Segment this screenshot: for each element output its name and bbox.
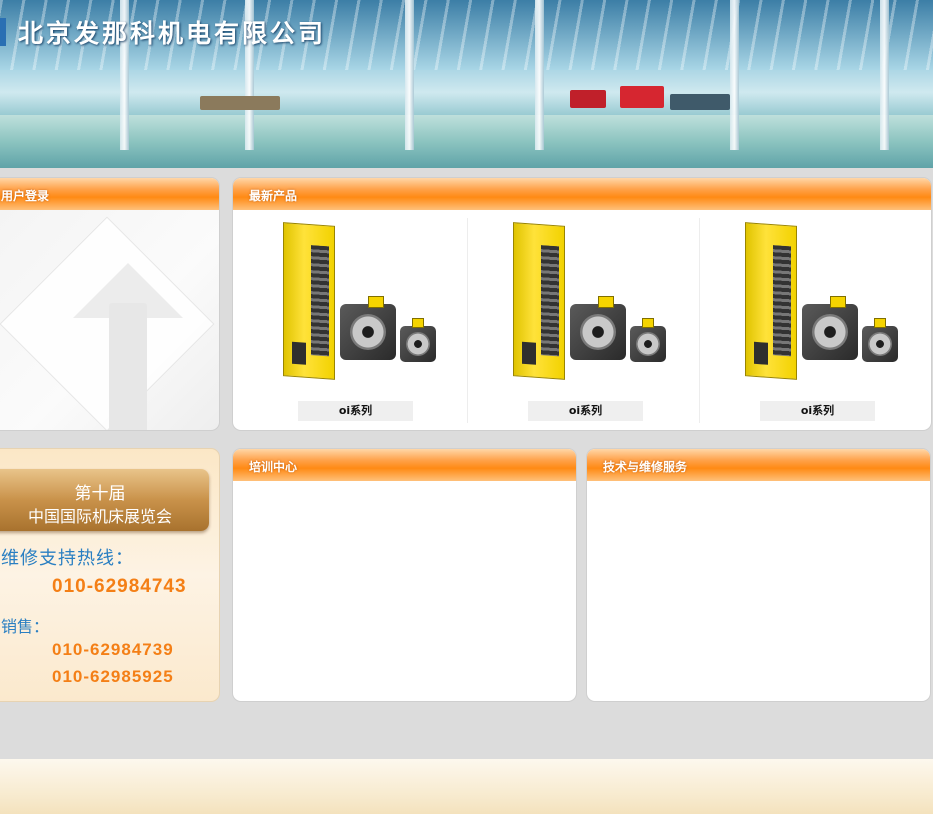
sales-label: 销售： bbox=[1, 617, 50, 636]
motor-connector bbox=[598, 296, 614, 308]
servo-drive-unit bbox=[513, 222, 565, 380]
login-panel: 用户登录 bbox=[0, 177, 220, 431]
contact-panel: 第十届 中国国际机床展览会 维修支持热线： 010-62984743 销售： 0… bbox=[0, 448, 220, 702]
motor-connector bbox=[368, 296, 384, 308]
servo-motor-small bbox=[400, 326, 436, 362]
expo-edition: 第十届 bbox=[74, 484, 126, 504]
expo-banner[interactable]: 第十届 中国国际机床展览会 bbox=[0, 469, 209, 531]
servo-motor-small bbox=[862, 326, 898, 362]
expo-name: 中国国际机床展览会 bbox=[27, 507, 172, 526]
drive-connector-strip bbox=[773, 245, 791, 357]
factory-machine bbox=[200, 96, 280, 110]
motor-face bbox=[406, 332, 430, 356]
servo-motor-large bbox=[570, 304, 626, 360]
drive-label bbox=[522, 341, 536, 365]
factory-pillar bbox=[405, 0, 414, 150]
servo-drive-unit bbox=[283, 222, 335, 380]
panel-header: 技术与维修服务 bbox=[587, 449, 930, 481]
factory-pillar bbox=[730, 0, 739, 150]
training-center-panel: 培训中心 bbox=[232, 448, 577, 702]
motor-connector bbox=[412, 318, 424, 328]
header-banner: 北京发那科机电有限公司 bbox=[0, 0, 933, 168]
servo-drive-and-motors-image[interactable] bbox=[508, 222, 668, 384]
page-footer bbox=[0, 759, 933, 814]
product-card[interactable]: oi系列 bbox=[238, 218, 466, 423]
sales-number: 010-62984739 bbox=[52, 640, 174, 659]
service-panel-title: 技术与维修服务 bbox=[603, 460, 688, 474]
hotline-label: 维修支持热线： bbox=[1, 548, 134, 569]
company-logo-icon bbox=[0, 18, 6, 46]
servo-drive-and-motors-image[interactable] bbox=[278, 222, 438, 384]
factory-machine bbox=[620, 86, 664, 108]
latest-products-panel: 最新产品 oi系列 oi系列 oi系列 bbox=[232, 177, 932, 431]
hotline-number: 010-62984743 bbox=[52, 576, 187, 597]
up-arrow-stem bbox=[109, 303, 147, 430]
motor-connector bbox=[642, 318, 654, 328]
products-panel-title: 最新产品 bbox=[249, 189, 298, 203]
factory-pillar bbox=[880, 0, 889, 150]
panel-header: 最新产品 bbox=[233, 178, 931, 210]
motor-face bbox=[868, 332, 892, 356]
factory-machine bbox=[670, 94, 730, 110]
company-name: 北京发那科机电有限公司 bbox=[18, 19, 327, 48]
product-caption[interactable]: oi系列 bbox=[298, 401, 413, 421]
motor-connector bbox=[830, 296, 846, 308]
login-panel-title: 用户登录 bbox=[1, 189, 50, 203]
servo-motor-large bbox=[340, 304, 396, 360]
sales-number: 010-62985925 bbox=[52, 667, 174, 686]
drive-connector-strip bbox=[311, 245, 329, 357]
drive-connector-strip bbox=[541, 245, 559, 357]
servo-motor-large bbox=[802, 304, 858, 360]
product-card[interactable]: oi系列 bbox=[699, 218, 928, 423]
motor-connector bbox=[874, 318, 886, 328]
factory-machine bbox=[570, 90, 606, 108]
motor-face bbox=[350, 314, 386, 350]
drive-label bbox=[754, 341, 768, 365]
factory-pillar bbox=[535, 0, 544, 150]
servo-motor-small bbox=[630, 326, 666, 362]
product-card[interactable]: oi系列 bbox=[467, 218, 696, 423]
panel-header: 培训中心 bbox=[233, 449, 576, 481]
drive-label bbox=[292, 341, 306, 365]
training-panel-title: 培训中心 bbox=[249, 460, 298, 474]
servo-drive-and-motors-image[interactable] bbox=[740, 222, 900, 384]
motor-face bbox=[636, 332, 660, 356]
motor-face bbox=[812, 314, 848, 350]
watermark-diamond bbox=[0, 216, 215, 430]
product-caption[interactable]: oi系列 bbox=[528, 401, 643, 421]
servo-drive-unit bbox=[745, 222, 797, 380]
factory-floor bbox=[0, 115, 933, 168]
motor-face bbox=[580, 314, 616, 350]
tech-service-panel: 技术与维修服务 bbox=[586, 448, 931, 702]
panel-header: 用户登录 bbox=[0, 178, 219, 210]
product-caption[interactable]: oi系列 bbox=[760, 401, 875, 421]
